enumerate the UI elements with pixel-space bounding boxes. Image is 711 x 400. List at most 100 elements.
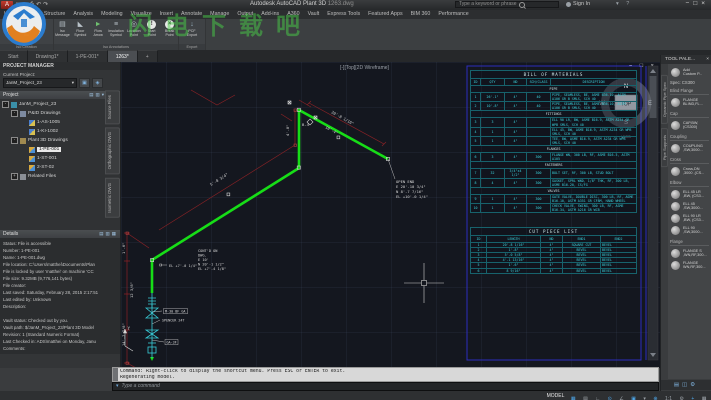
tree-item[interactable]: 1-AS-1005 <box>0 118 120 127</box>
tool-palette-entry[interactable]: FLANGE WN,RF,300... <box>669 259 710 271</box>
tool-palette-entry[interactable]: Elbow <box>670 180 709 187</box>
tool-palette-entry[interactable]: CAP,BW, (CS300) <box>669 119 710 131</box>
file-tab[interactable]: Drawing1* <box>28 50 68 62</box>
tool-palette-tab[interactable]: Pipe Supports <box>661 128 668 167</box>
tool-palette-entry[interactable]: Coupling <box>670 134 709 141</box>
flow-arrow-button[interactable]: ► Flow Arrow <box>90 20 107 38</box>
status-toggle-icon[interactable]: + <box>690 396 696 400</box>
tree-item[interactable]: 1-ST-001 <box>0 154 120 163</box>
ribbon-tab[interactable]: BIM 360 <box>407 10 435 19</box>
break-point-button[interactable]: × Break Point <box>161 20 178 38</box>
tool-palette-entry[interactable]: FLANGE BLIND,FL... <box>669 96 710 108</box>
tool-palette-entry[interactable]: ELL 90 LR ,BW, (CS3... <box>669 212 710 224</box>
tool-palette-entry[interactable]: Add Custom P... <box>669 66 710 78</box>
status-toggle-icon[interactable]: ▾ <box>642 396 648 400</box>
floor-symbol-button[interactable]: ◣ Floor Symbol <box>72 20 89 38</box>
cut-list-header-cell: ID <box>471 236 487 243</box>
close-icon[interactable]: × <box>706 55 709 64</box>
tree-item[interactable]: 2-ST-02 <box>0 163 120 172</box>
status-toggle-icon[interactable]: ⊕ <box>652 396 659 400</box>
open-project-button[interactable]: ▣ <box>79 78 90 88</box>
file-tab[interactable]: 1-PE-001* <box>68 50 108 62</box>
tree-item[interactable]: - Plant 3D Drawings <box>0 136 120 145</box>
status-toggle-icon[interactable]: ▤ <box>582 396 590 400</box>
palette-side-tab[interactable]: Isometric DWG <box>105 178 120 218</box>
infocenter-icons[interactable]: ▾ ? <box>616 1 632 7</box>
tool-palette-entry[interactable]: Cross,DN ,3000 ,(CS... <box>669 165 710 177</box>
ribbon-tab[interactable]: Analysis <box>69 10 97 19</box>
ribbon-tab[interactable]: Vault <box>304 10 324 19</box>
tree-expand-toggle[interactable]: - <box>11 110 18 117</box>
status-toggle-icon[interactable]: ⊙ <box>606 396 613 400</box>
status-toggle-icon[interactable]: ⚙ <box>678 396 685 400</box>
break-point-icon: × <box>165 20 174 29</box>
tree-expand-toggle[interactable]: + <box>11 173 18 180</box>
tree-expand-toggle[interactable]: - <box>2 101 9 108</box>
insulation-symbol-button[interactable]: ≡ Insulation Symbol <box>108 20 125 38</box>
palette-side-tab[interactable]: Orthographic DWG <box>105 127 120 174</box>
details-line: Last saved: Saturday, February 28, 2015 … <box>3 289 120 296</box>
start-point-button[interactable]: ! Start Point <box>143 20 160 38</box>
ribbon-tab[interactable]: Visualize <box>127 10 156 19</box>
command-customize-icon[interactable]: ▾ <box>116 383 119 390</box>
tool-palette-entry[interactable]: Spec: CS300 <box>670 80 709 85</box>
tool-palette-entry[interactable]: Blind Flange <box>670 88 709 95</box>
ribbon-tab[interactable]: Manage <box>206 10 233 19</box>
iso-message-button[interactable]: ▤ Iso Message <box>54 20 71 38</box>
cut-list-header-cell: ND <box>541 236 563 243</box>
tool-palette-entry[interactable]: COUPLING ,SW,3000... <box>669 142 710 154</box>
tree-item-label: Related Files <box>28 174 56 179</box>
tree-expand-toggle[interactable]: - <box>11 137 18 144</box>
status-toggle-icon[interactable]: 1:1 <box>664 396 674 400</box>
tree-item[interactable]: 1-PE-001 <box>0 145 120 154</box>
status-toggle-icon[interactable]: ∟ <box>594 396 602 400</box>
ribbon-tab[interactable]: Annotate <box>177 10 206 19</box>
tool-palette-entry[interactable]: FLANGE S ,WN,RF,300... <box>669 247 710 259</box>
cut-list-title: CUT PIECE LIST <box>471 228 637 236</box>
status-toggle-icon[interactable]: ∠ <box>618 396 625 400</box>
file-tab[interactable]: 1263* <box>108 50 138 62</box>
status-toggle-icon[interactable]: ▣ <box>630 396 638 400</box>
pipe-route-highlighted[interactable] <box>150 110 388 361</box>
tool-palette-entry[interactable]: ELL 45 LR ,BW, (CS3... <box>669 188 710 200</box>
refresh-project-button[interactable]: ◈ <box>92 78 103 88</box>
tool-palette-entry[interactable]: ELL 45 ,SW,3000... <box>669 200 710 212</box>
project-dropdown[interactable]: JanM_Project_23 ▾ <box>3 78 77 88</box>
valve-assembly[interactable] <box>146 293 158 358</box>
tree-item[interactable]: + Related Files <box>0 172 120 181</box>
details-header-icons[interactable]: ▤▥▦ <box>99 230 120 238</box>
ribbon-tab[interactable]: Insert <box>156 10 177 19</box>
ribbon-tab[interactable]: Add-ins <box>257 10 283 19</box>
model-space-button[interactable]: MODEL <box>547 393 565 399</box>
ribbon-tab[interactable]: A360 <box>283 10 303 19</box>
search-input[interactable]: Type a keyword or phrase <box>455 1 559 8</box>
tree-item[interactable]: - JanM_Project_23 <box>0 100 120 109</box>
location-point-icon: ◎ <box>131 20 137 29</box>
tool-palette-entry[interactable]: Cap <box>670 111 709 118</box>
pcf-export-button[interactable]: ↓ PCF Export <box>184 20 201 38</box>
search-icon[interactable] <box>519 2 525 8</box>
file-tab[interactable]: Start <box>0 50 28 62</box>
status-toggle-icon[interactable]: ▦ <box>700 396 708 400</box>
sign-in-button[interactable]: Sign In <box>566 1 590 7</box>
ribbon-tab[interactable]: Modeling <box>97 10 127 19</box>
restore-button[interactable]: □ <box>693 0 701 7</box>
status-toggle-icon[interactable]: ▦ <box>569 396 577 400</box>
location-point-button[interactable]: ◎ Location Point <box>125 20 142 38</box>
ribbon-tab[interactable]: Performance <box>434 10 472 19</box>
tree-item[interactable]: 1-KI-1002 <box>0 127 120 136</box>
tree-item[interactable]: - P&ID Drawings <box>0 109 120 118</box>
ribbon-tab[interactable]: Express Tools <box>323 10 364 19</box>
file-tab[interactable]: + <box>138 50 158 62</box>
search-placeholder: Type a keyword or phrase <box>459 1 517 8</box>
palette-side-tab[interactable]: Source Files <box>105 90 120 124</box>
close-button[interactable]: × <box>701 0 709 7</box>
ribbon-tab[interactable]: Output <box>233 10 257 19</box>
tool-palette-tab[interactable]: Dynamic Pipe Spec <box>661 75 668 124</box>
tool-palette-entry[interactable]: ELL 90 ,SW,3000... <box>669 224 710 236</box>
tool-palette-entry-label: Blind Flange <box>670 88 693 93</box>
tool-palette-entry[interactable]: Cross <box>670 157 709 164</box>
tool-palette-entry[interactable]: Flange <box>670 239 709 246</box>
command-window-grip[interactable] <box>113 368 118 381</box>
ribbon-tab[interactable]: Featured Apps <box>364 10 406 19</box>
